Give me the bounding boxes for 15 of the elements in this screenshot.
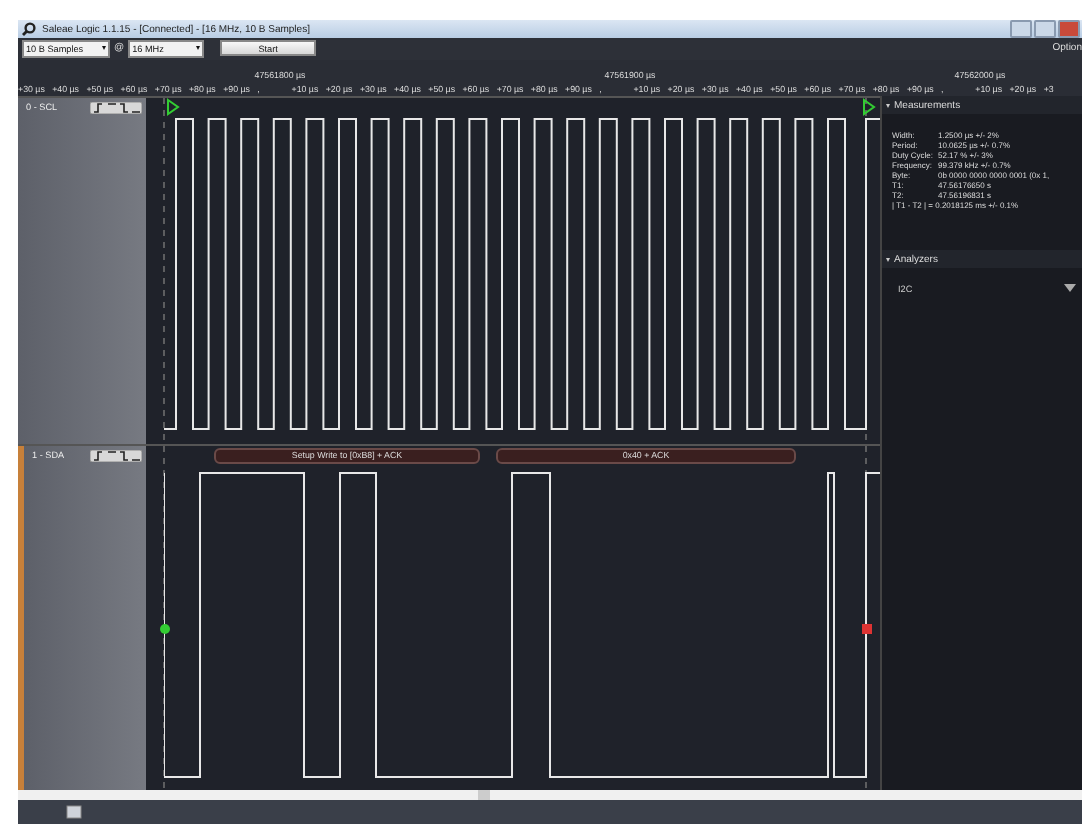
start-marker-icon [166,98,180,117]
scroll-bar[interactable] [18,790,1082,801]
caret-icon [196,46,201,51]
scroll-thumb[interactable] [478,790,490,801]
tab-icon [66,804,82,821]
trigger-buttons-icon [90,449,142,462]
caret-icon [102,46,106,51]
end-marker-icon [862,98,876,117]
magnifier-icon [22,22,36,36]
start-marker [160,623,170,634]
trigger-buttons-icon [90,102,142,115]
minimize-button[interactable] [1010,20,1032,38]
end-marker [862,623,872,634]
maximize-button[interactable] [1034,20,1056,38]
close-button[interactable] [1058,20,1080,38]
